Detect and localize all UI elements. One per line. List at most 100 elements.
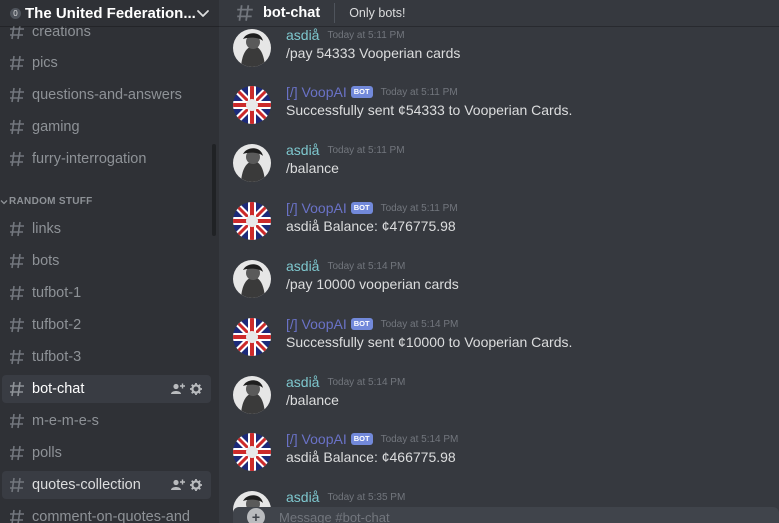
sidebar-item-bot-chat[interactable]: bot-chat bbox=[2, 375, 211, 403]
chat-header: bot-chat Only bots! bbox=[219, 0, 779, 26]
message-timestamp: Today at 5:14 PM bbox=[380, 318, 459, 330]
avatar[interactable] bbox=[233, 144, 271, 182]
sidebar-item-furry-interrogation[interactable]: furry-interrogation bbox=[2, 145, 211, 173]
message-content: /pay 54333 Vooperian cards bbox=[286, 45, 461, 61]
message-author[interactable]: asdiå bbox=[286, 258, 319, 274]
message-author[interactable]: [/] VoopAI bbox=[286, 200, 347, 216]
add-member-icon[interactable] bbox=[171, 479, 185, 491]
message-header: asdiå Today at 5:14 PM bbox=[286, 258, 405, 274]
message: asdiå Today at 5:14 PM /pay 10000 vooper… bbox=[233, 258, 779, 310]
chevron-down-icon bbox=[0, 199, 8, 204]
hash-icon bbox=[10, 87, 24, 103]
message: asdiå Today at 5:14 PM /balance bbox=[233, 374, 779, 426]
channel-label: pics bbox=[32, 55, 58, 71]
channel-label: tufbot-3 bbox=[32, 349, 82, 365]
message-header: asdiå Today at 5:35 PM bbox=[286, 489, 405, 505]
message-input[interactable] bbox=[279, 509, 455, 523]
message: asdiå Today at 5:11 PM /pay 54333 Vooper… bbox=[233, 27, 779, 79]
message-header: [/] VoopAI BOT Today at 5:11 PM bbox=[286, 84, 458, 100]
message-author[interactable]: asdiå bbox=[286, 489, 319, 505]
hash-icon bbox=[10, 477, 24, 493]
channel-label: polls bbox=[32, 445, 62, 461]
avatar[interactable] bbox=[233, 29, 271, 67]
bot-badge: BOT bbox=[350, 202, 373, 214]
hash-icon bbox=[10, 221, 24, 237]
channel-label: questions-and-answers bbox=[32, 87, 182, 103]
message: [/] VoopAI BOT Today at 5:14 PM Successf… bbox=[233, 316, 779, 368]
sidebar-item-bots[interactable]: bots bbox=[2, 247, 211, 275]
channel-label: gaming bbox=[32, 119, 80, 135]
add-member-icon[interactable] bbox=[171, 383, 185, 395]
sidebar-scrollbar[interactable] bbox=[212, 144, 216, 236]
avatar[interactable] bbox=[233, 86, 271, 124]
channel-label: bots bbox=[32, 253, 60, 269]
channel-label: m-e-m-e-s bbox=[32, 413, 99, 429]
sidebar-item-comment-on-quotes-and[interactable]: comment-on-quotes-and bbox=[2, 503, 211, 523]
message-content: /balance bbox=[286, 392, 339, 408]
bot-badge: BOT bbox=[350, 86, 373, 98]
category-random-stuff[interactable]: RANDOM STUFF bbox=[0, 196, 93, 207]
message-header: [/] VoopAI BOT Today at 5:14 PM bbox=[286, 431, 458, 447]
message-content: /balance bbox=[286, 160, 339, 176]
message-timestamp: Today at 5:14 PM bbox=[327, 260, 406, 272]
gear-icon[interactable] bbox=[190, 383, 202, 395]
hash-icon bbox=[10, 445, 24, 461]
hash-icon bbox=[10, 253, 24, 269]
message-author[interactable]: [/] VoopAI bbox=[286, 84, 347, 100]
avatar[interactable] bbox=[233, 433, 271, 471]
channel-label: comment-on-quotes-and bbox=[32, 509, 190, 523]
message-header: [/] VoopAI BOT Today at 5:14 PM bbox=[286, 316, 458, 332]
hash-icon bbox=[10, 151, 24, 167]
category-label: RANDOM STUFF bbox=[9, 196, 93, 207]
message-content: Successfully sent ¢54333 to Vooperian Ca… bbox=[286, 102, 573, 118]
channel-label: links bbox=[32, 221, 62, 237]
message-timestamp: Today at 5:11 PM bbox=[380, 202, 458, 214]
avatar[interactable] bbox=[233, 202, 271, 240]
sidebar-item-links[interactable]: links bbox=[2, 215, 211, 243]
message-header: asdiå Today at 5:11 PM bbox=[286, 27, 405, 43]
plus-circle-icon[interactable]: + bbox=[247, 508, 265, 523]
channel-label: bot-chat bbox=[32, 381, 85, 397]
app-window: 0 The United Federation... creations pic… bbox=[0, 0, 779, 523]
server-header[interactable]: 0 The United Federation... bbox=[0, 0, 219, 26]
sidebar-item-m-e-m-e-s[interactable]: m-e-m-e-s bbox=[2, 407, 211, 435]
message-content: asdiå Balance: ¢466775.98 bbox=[286, 449, 456, 465]
message-author[interactable]: asdiå bbox=[286, 374, 319, 390]
message-timestamp: Today at 5:11 PM bbox=[327, 29, 405, 41]
message-header: [/] VoopAI BOT Today at 5:11 PM bbox=[286, 200, 458, 216]
channel-label: tufbot-1 bbox=[32, 285, 82, 301]
avatar[interactable] bbox=[233, 318, 271, 356]
gear-icon[interactable] bbox=[190, 479, 202, 491]
message-author[interactable]: [/] VoopAI bbox=[286, 431, 347, 447]
hash-icon bbox=[10, 55, 24, 71]
sidebar-item-tufbot-1[interactable]: tufbot-1 bbox=[2, 279, 211, 307]
channel-topic[interactable]: Only bots! bbox=[349, 6, 405, 20]
message-author[interactable]: asdiå bbox=[286, 142, 319, 158]
message-header: asdiå Today at 5:11 PM bbox=[286, 142, 405, 158]
avatar[interactable] bbox=[233, 376, 271, 414]
sidebar-item-gaming[interactable]: gaming bbox=[2, 113, 211, 141]
sidebar-item-tufbot-2[interactable]: tufbot-2 bbox=[2, 311, 211, 339]
sidebar-item-quotes-collection[interactable]: quotes-collection bbox=[2, 471, 211, 499]
message-author[interactable]: [/] VoopAI bbox=[286, 316, 347, 332]
sidebar-item-pics[interactable]: pics bbox=[2, 49, 211, 77]
sidebar-item-tufbot-3[interactable]: tufbot-3 bbox=[2, 343, 211, 371]
avatar[interactable] bbox=[233, 260, 271, 298]
sidebar-item-polls[interactable]: polls bbox=[2, 439, 211, 467]
chat-area: bot-chat Only bots! asdiå Today at 5:11 … bbox=[219, 0, 779, 523]
server-name[interactable]: The United Federation... bbox=[25, 5, 195, 22]
bot-badge: BOT bbox=[350, 318, 373, 330]
message-timestamp: Today at 5:35 PM bbox=[327, 491, 406, 503]
sidebar-item-questions-and-answers[interactable]: questions-and-answers bbox=[2, 81, 211, 109]
message: [/] VoopAI BOT Today at 5:11 PM Successf… bbox=[233, 84, 779, 136]
message-author[interactable]: asdiå bbox=[286, 27, 319, 43]
message-list: asdiå Today at 5:11 PM /pay 54333 Vooper… bbox=[219, 26, 779, 523]
server-notification-badge: 0 bbox=[10, 7, 21, 19]
channel-label: creations bbox=[32, 26, 91, 40]
message-timestamp: Today at 5:14 PM bbox=[327, 376, 406, 388]
message-header: asdiå Today at 5:14 PM bbox=[286, 374, 405, 390]
channel-sidebar: 0 The United Federation... creations pic… bbox=[0, 0, 219, 523]
sidebar-item-creations[interactable]: creations bbox=[2, 26, 211, 46]
hash-icon bbox=[237, 5, 253, 21]
chevron-down-icon[interactable] bbox=[195, 5, 211, 21]
